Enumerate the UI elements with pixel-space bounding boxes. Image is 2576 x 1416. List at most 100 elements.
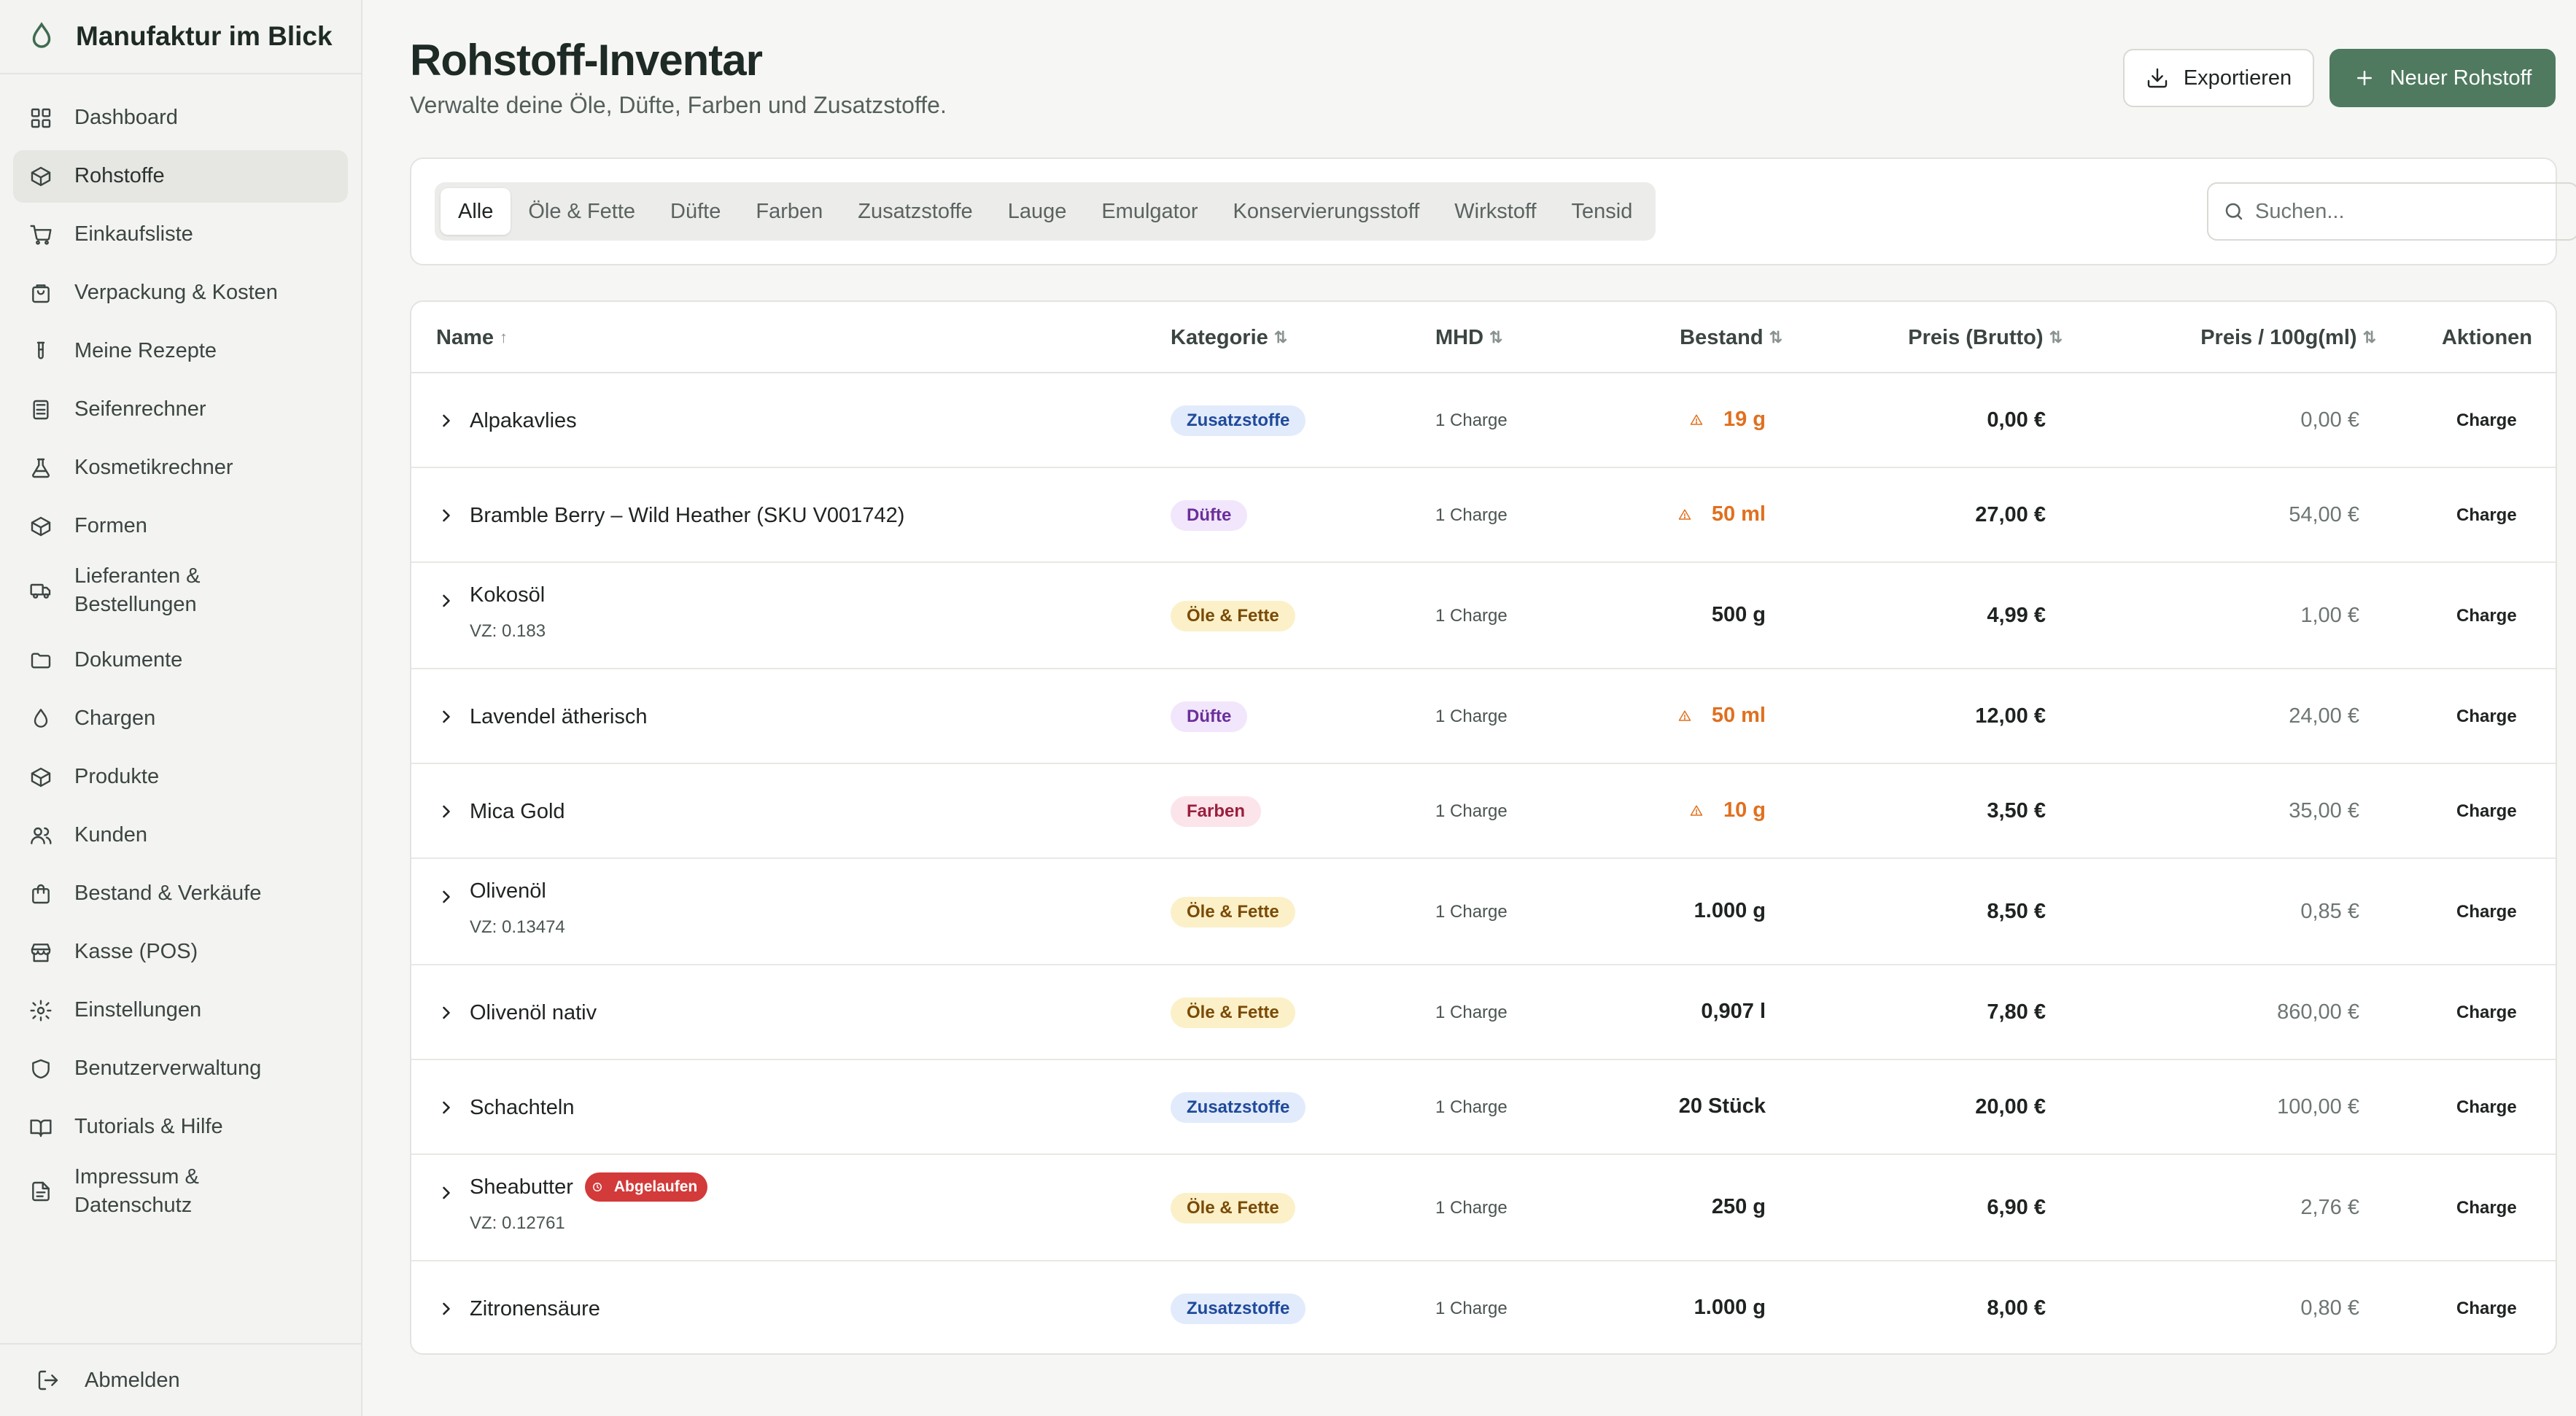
flask-icon (29, 456, 53, 480)
sidebar-item-produkte[interactable]: Produkte (13, 751, 348, 804)
table-row[interactable]: Mica Gold Farben 1 Charge 10 g 3,50 € 35,00 €… (411, 764, 2556, 859)
stock-value: 20 Stück (1679, 1094, 1766, 1119)
add-charge-button[interactable]: Charge (2417, 409, 2517, 432)
add-charge-button[interactable]: Charge (2417, 1096, 2517, 1119)
new-raw-material-button[interactable]: Neuer Rohstoff (2329, 49, 2556, 107)
table-row[interactable]: Olivenöl nativ Öle & Fette 1 Charge 0,907 l… (411, 965, 2556, 1060)
sidebar-item-chargen[interactable]: Chargen (13, 693, 348, 745)
tab-zusatzstoffe[interactable]: Zusatzstoffe (840, 188, 990, 235)
sidebar-item-label: Kosmetikrechner (74, 456, 233, 480)
stock-value: 0,907 l (1701, 1000, 1766, 1024)
category-badge: Öle & Fette (1171, 1193, 1295, 1224)
table-row[interactable]: Zitronensäure Zusatzstoffe 1 Charge 1.000 g… (411, 1261, 2556, 1353)
sidebar-item-verpackung-kosten[interactable]: Verpackung & Kosten (13, 267, 348, 319)
export-button[interactable]: Exportieren (2123, 49, 2314, 107)
sidebar-item-benutzerverwaltung[interactable]: Benutzerverwaltung (13, 1043, 348, 1095)
tab-emulgator[interactable]: Emulgator (1084, 188, 1215, 235)
sidebar-item-meine-rezepte[interactable]: Meine Rezepte (13, 325, 348, 378)
material-name: Alpakavlies (470, 408, 577, 432)
column-price[interactable]: Preis (Brutto) ⇅ (1908, 302, 2063, 373)
chevron-right-icon[interactable] (436, 1003, 457, 1023)
column-mhd[interactable]: MHD ⇅ (1435, 302, 1502, 373)
chevron-right-icon[interactable] (436, 1097, 457, 1118)
add-charge-button[interactable]: Charge (2417, 604, 2517, 628)
material-name: Schachteln (470, 1095, 575, 1119)
price-value: 8,00 € (1987, 1296, 2046, 1320)
price-per-100-value: 100,00 € (2277, 1095, 2359, 1119)
table-row[interactable]: Lavendel ätherisch Düfte 1 Charge 50 ml 12,0… (411, 669, 2556, 764)
search-box[interactable] (2207, 182, 2576, 241)
export-label: Exportieren (2183, 66, 2292, 90)
add-charge-button[interactable]: Charge (2417, 900, 2517, 924)
stock-value: 1.000 g (1694, 899, 1766, 923)
tab-öle-fette[interactable]: Öle & Fette (511, 188, 653, 235)
chevron-right-icon[interactable] (436, 801, 457, 822)
shopping-bag-icon (29, 882, 53, 906)
add-charge-button[interactable]: Charge (2417, 1297, 2517, 1320)
tab-farben[interactable]: Farben (738, 188, 840, 235)
material-name: Olivenöl nativ (470, 1000, 597, 1024)
sidebar-item-dashboard[interactable]: Dashboard (13, 92, 348, 144)
shield-icon (29, 1057, 53, 1081)
sidebar-item-label: Benutzerverwaltung (74, 1057, 262, 1081)
tab-wirkstoff[interactable]: Wirkstoff (1437, 188, 1553, 235)
logout-button[interactable]: Abmelden (0, 1343, 361, 1416)
table-row[interactable]: Alpakavlies Zusatzstoffe 1 Charge 19 g 0,00 … (411, 373, 2556, 468)
sidebar-item-einkaufsliste[interactable]: Einkaufsliste (13, 209, 348, 261)
sidebar-item-kunden[interactable]: Kunden (13, 809, 348, 862)
logout-icon (38, 1370, 58, 1390)
column-category-label: Kategorie (1171, 325, 1268, 349)
sidebar-item-kasse-pos[interactable]: Kasse (POS) (13, 926, 348, 979)
mhd-value: 1 Charge (1435, 411, 1508, 430)
chevron-right-icon[interactable] (436, 707, 457, 727)
sidebar-item-einstellungen[interactable]: Einstellungen (13, 984, 348, 1037)
table-row[interactable]: Bramble Berry – Wild Heather (SKU V00174… (411, 468, 2556, 563)
sort-asc-icon: ↑ (500, 328, 508, 346)
box-icon (29, 515, 53, 538)
add-charge-button[interactable]: Charge (2417, 705, 2517, 728)
category-badge: Farben (1171, 796, 1262, 827)
chevron-right-icon[interactable] (436, 1183, 457, 1203)
stock-amount: 20 Stück (1678, 1094, 1766, 1118)
add-charge-button[interactable]: Charge (2417, 1001, 2517, 1024)
plus-icon (2417, 802, 2436, 821)
tab-alle[interactable]: Alle (441, 188, 511, 235)
chevron-right-icon[interactable] (436, 1299, 457, 1319)
column-name-label: Name (436, 325, 494, 349)
plus-icon (2417, 506, 2436, 525)
column-name[interactable]: Name ↑ (436, 302, 508, 373)
tab-tensid[interactable]: Tensid (1554, 188, 1650, 235)
sidebar-item-dokumente[interactable]: Dokumente (13, 634, 348, 687)
sidebar-item-kosmetikrechner[interactable]: Kosmetikrechner (13, 442, 348, 494)
stock-amount: 500 g (1711, 603, 1766, 626)
sidebar-item-bestand-verkäufe[interactable]: Bestand & Verkäufe (13, 868, 348, 920)
tab-konservierungsstoff[interactable]: Konservierungsstoff (1216, 188, 1438, 235)
tab-lauge[interactable]: Lauge (990, 188, 1085, 235)
column-stock[interactable]: Bestand ⇅ (1680, 302, 1782, 373)
sidebar-item-formen[interactable]: Formen (13, 500, 348, 553)
add-charge-button[interactable]: Charge (2417, 1197, 2517, 1220)
brand[interactable]: Manufaktur im Blick (0, 0, 361, 74)
chevron-right-icon[interactable] (436, 411, 457, 431)
bag-icon (29, 281, 53, 305)
chevron-right-icon[interactable] (436, 505, 457, 526)
add-charge-button[interactable]: Charge (2417, 504, 2517, 527)
sidebar-item-tutorials-hilfe[interactable]: Tutorials & Hilfe (13, 1101, 348, 1154)
chevron-right-icon[interactable] (436, 591, 457, 611)
material-name: Olivenöl (470, 879, 546, 903)
sidebar-item-seifenrechner[interactable]: Seifenrechner (13, 384, 348, 436)
sidebar-item-lieferanten-bestellungen[interactable]: Lieferanten & Bestellungen (13, 559, 348, 623)
table-row[interactable]: Sheabutter Abgelaufen VZ: 0.12761 Öle & Fet… (411, 1155, 2556, 1261)
table-row[interactable]: Olivenöl VZ: 0.13474 Öle & Fette 1 Charge 1.… (411, 859, 2556, 965)
search-input[interactable] (2255, 199, 2561, 224)
sidebar-item-rohstoffe[interactable]: Rohstoffe (13, 150, 348, 203)
column-price-per-100[interactable]: Preis / 100g(ml) ⇅ (2200, 302, 2376, 373)
book-icon (29, 1116, 53, 1139)
tab-düfte[interactable]: Düfte (653, 188, 738, 235)
add-charge-button[interactable]: Charge (2417, 800, 2517, 823)
table-row[interactable]: Kokosöl VZ: 0.183 Öle & Fette 1 Charge 500 g… (411, 563, 2556, 669)
table-row[interactable]: Schachteln Zusatzstoffe 1 Charge 20 Stück 20… (411, 1060, 2556, 1155)
column-category[interactable]: Kategorie ⇅ (1171, 302, 1287, 373)
sidebar-item-impressum-datenschutz[interactable]: Impressum & Datenschutz (13, 1159, 348, 1224)
chevron-right-icon[interactable] (436, 887, 457, 907)
